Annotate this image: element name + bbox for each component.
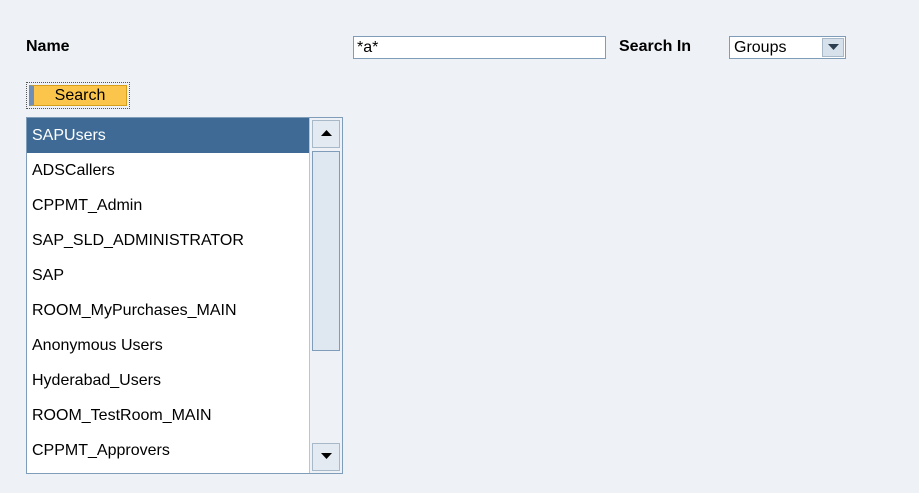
name-label: Name — [26, 38, 70, 55]
chevron-down-icon — [827, 44, 839, 50]
search-button[interactable]: Search — [26, 82, 130, 109]
results-listbox[interactable]: SAPUsers ADSCallers CPPMT_Admin SAP_SLD_ADM… — [26, 117, 343, 474]
list-item[interactable]: SAPUsers — [27, 118, 309, 153]
list-item[interactable]: CPPMT_Admin — [27, 188, 309, 223]
search-in-select[interactable]: Groups — [729, 36, 846, 59]
vertical-scrollbar[interactable] — [309, 118, 342, 473]
name-input[interactable] — [353, 36, 606, 59]
search-in-label: Search In — [619, 38, 692, 55]
scroll-down-button[interactable] — [312, 443, 340, 471]
scroll-thumb[interactable] — [312, 151, 340, 351]
dropdown-button[interactable] — [822, 38, 844, 57]
list-item[interactable]: ROOM_MyPurchases_MAIN — [27, 293, 309, 328]
triangle-up-icon — [320, 130, 332, 136]
list-item[interactable]: SAP — [27, 258, 309, 293]
scroll-up-button[interactable] — [312, 120, 340, 148]
list-item[interactable]: ADSCallers — [27, 153, 309, 188]
list-item[interactable]: CPPMT_Approvers — [27, 433, 309, 468]
list-item[interactable]: Hyderabad_Users — [27, 363, 309, 398]
list-item[interactable]: SAP_SLD_ADMINISTRATOR — [27, 223, 309, 258]
list-item[interactable]: Anonymous Users — [27, 328, 309, 363]
results-list: SAPUsers ADSCallers CPPMT_Admin SAP_SLD_ADM… — [27, 118, 309, 468]
list-item[interactable]: ROOM_TestRoom_MAIN — [27, 398, 309, 433]
triangle-down-icon — [320, 453, 332, 459]
search-in-selected-value: Groups — [734, 39, 787, 56]
search-button-label: Search — [29, 85, 127, 106]
